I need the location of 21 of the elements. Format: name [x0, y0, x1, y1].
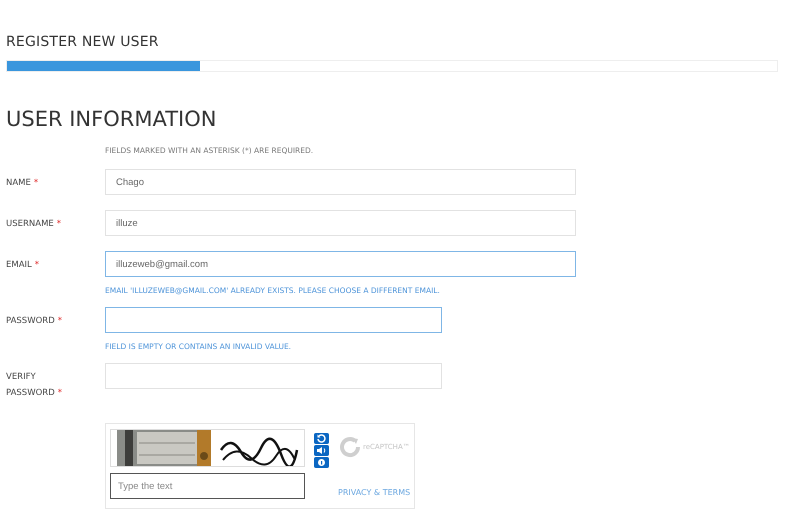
help-icon[interactable]: [314, 457, 329, 468]
field-label: VERIFY PASSWORD: [6, 372, 55, 398]
required-mark: *: [56, 219, 62, 229]
required-mark: *: [58, 316, 62, 326]
page-title: REGISTER NEW USER: [6, 33, 160, 51]
field-label: EMAIL: [6, 260, 32, 270]
input-field[interactable]: Chago: [105, 169, 576, 195]
input-field[interactable]: [105, 307, 442, 333]
input-field[interactable]: illuzeweb@gmail.com: [105, 251, 576, 277]
audio-icon[interactable]: [314, 445, 329, 456]
field-label: NAME: [6, 178, 31, 188]
required-mark: *: [34, 178, 38, 188]
captcha-answer-field[interactable]: Type the text: [110, 473, 305, 499]
required-mark: *: [34, 260, 40, 270]
field-label: PASSWORD: [6, 316, 55, 326]
required-mark: *: [58, 388, 62, 398]
recaptcha-logo-icon: [338, 435, 362, 459]
section-title: USER INFORMATION: [6, 106, 218, 132]
refresh-icon[interactable]: [314, 433, 329, 444]
input-field[interactable]: illuze: [105, 210, 576, 236]
field-label: USERNAME: [6, 219, 54, 229]
